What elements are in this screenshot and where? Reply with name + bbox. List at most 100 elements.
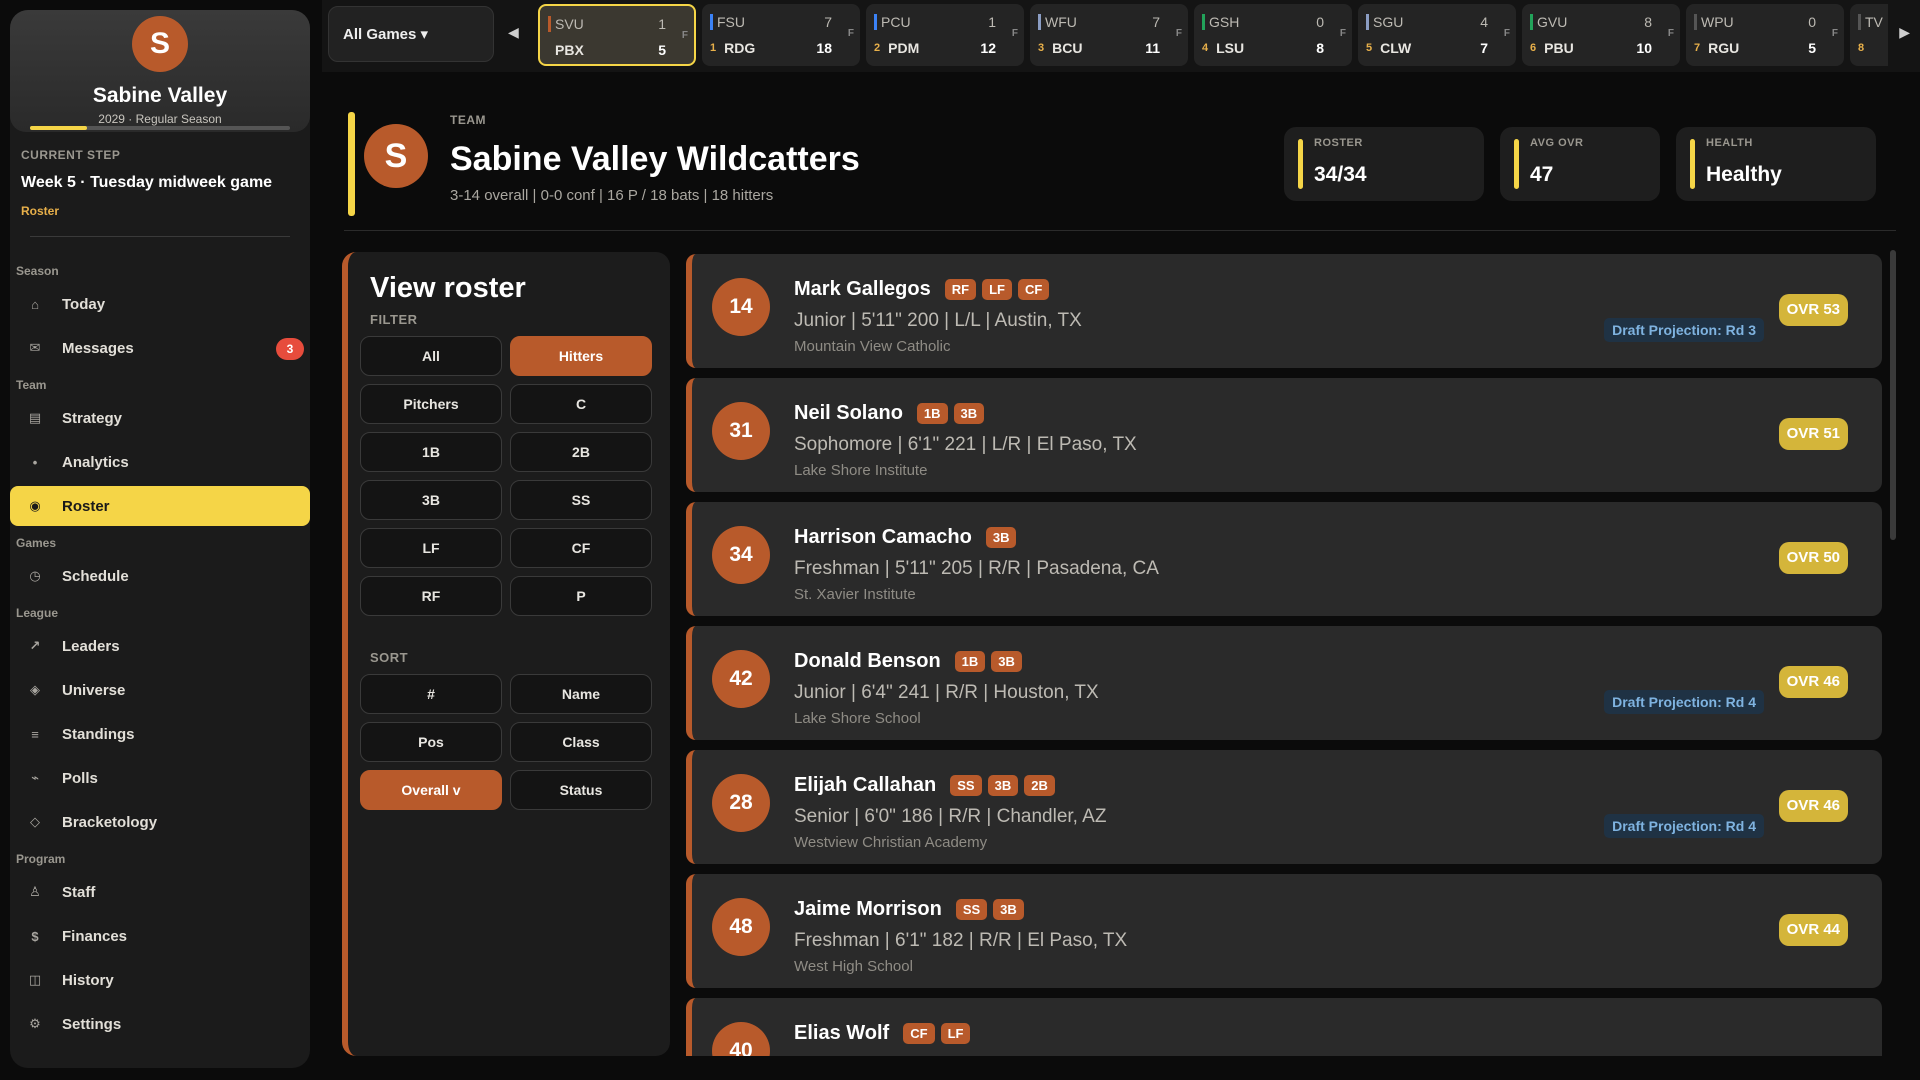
home-seed: 2 [874,42,881,54]
filter-button-1b[interactable]: 1B [360,432,502,472]
filter-button-2b[interactable]: 2B [510,432,652,472]
team-color-bar [548,42,551,58]
filter-button-3b[interactable]: 3B [360,480,502,520]
player-name-row: Mark Gallegos RF LF CF [794,278,1050,301]
sidebar-item-leaders[interactable]: ↗ Leaders [10,624,310,668]
player-card[interactable]: 42 Donald Benson 1B 3B Junior | 6'4" 241 | R… [686,626,1882,740]
team-header-accent [348,112,355,216]
roster-scrollbar[interactable] [1890,250,1896,540]
sort-button[interactable]: Name [510,674,652,714]
filter-button-p[interactable]: P [510,576,652,616]
home-team: PDM [888,40,920,56]
filter-button-rf[interactable]: RF [360,576,502,616]
filter-button-ss[interactable]: SS [510,480,652,520]
player-card[interactable]: 28 Elijah Callahan SS 3B 2B Senior | 6'0" 186… [686,750,1882,864]
sidebar-item-finances[interactable]: $ Finances [10,914,310,958]
jersey-number: 40 [712,1022,770,1056]
sidebar-item-history[interactable]: ◫ History [10,958,310,1002]
game-home-row: 6 PBU 10 [1530,36,1652,60]
game-score-card[interactable]: SGU 4 5 CLW 7 F [1358,4,1516,66]
filter-button-lf[interactable]: LF [360,528,502,568]
player-card[interactable]: 40 Elias Wolf CF LF [686,998,1882,1056]
roster-icon: ◉ [29,498,41,513]
sidebar-item-strategy[interactable]: ▤ Strategy [10,396,310,440]
player-name: Harrison Camacho [794,526,972,548]
player-name: Mark Gallegos [794,278,931,300]
player-card[interactable]: 14 Mark Gallegos RF LF CF Junior | 5'11" 200 … [686,254,1882,368]
sort-button[interactable]: Status [510,770,652,810]
game-status: F [1339,28,1346,39]
player-info: Junior | 6'4" 241 | R/R | Houston, TX [794,682,1099,703]
sidebar-item-standings[interactable]: ≡ Standings [10,712,310,756]
sidebar-item-roster[interactable]: ◉ Roster [10,486,310,526]
sidebar-item-polls[interactable]: ⌁ Polls [10,756,310,800]
sidebar-item-universe[interactable]: ◈ Universe [10,668,310,712]
game-score-card[interactable]: SVU 1 PBX 5 F [538,4,696,66]
game-score-card[interactable]: TV 8 [1850,4,1888,66]
filter-button-c[interactable]: C [510,384,652,424]
sidebar-item-settings[interactable]: ⚙ Settings [10,1002,310,1046]
season-line: 2029 · Regular Season [98,112,222,126]
stat-accent [1514,139,1519,189]
player-name-row: Harrison Camacho 3B [794,526,1017,549]
sidebar-item-bracketology[interactable]: ◇ Bracketology [10,800,310,844]
sidebar-item-label: Schedule [62,567,129,585]
player-card[interactable]: 31 Neil Solano 1B 3B Sophomore | 6'1" 221 | … [686,378,1882,492]
sidebar-item-schedule[interactable]: ◷ Schedule [10,554,310,598]
player-card[interactable]: 34 Harrison Camacho 3B Freshman | 5'11" 205… [686,502,1882,616]
sidebar-item-label: Bracketology [62,813,158,831]
sort-button[interactable]: Overall v [360,770,502,810]
sidebar-item-messages[interactable]: ✉ Messages 3 [10,326,310,370]
sidebar-item-today[interactable]: ⌂ Today [10,282,310,326]
stat-card-health: HEALTH Healthy [1676,127,1876,201]
scroll-right-icon[interactable]: ▶ [1899,24,1910,41]
game-score-card[interactable]: GVU 8 6 PBU 10 F [1522,4,1680,66]
sort-button[interactable]: Class [510,722,652,762]
team-color-bar [1858,14,1861,30]
home-score: 18 [816,40,832,56]
sort-button[interactable]: # [360,674,502,714]
filter-button-cf[interactable]: CF [510,528,652,568]
player-school: Mountain View Catholic [794,338,951,355]
game-score-card[interactable]: WFU 7 3 BCU 11 F [1030,4,1188,66]
scroll-left-icon[interactable]: ◀ [508,24,519,41]
team-color-bar [1694,14,1697,30]
home-score: 5 [658,42,666,58]
home-seed: 4 [1202,42,1209,54]
filter-button-pitchers[interactable]: Pitchers [360,384,502,424]
jersey-number: 28 [712,774,770,832]
player-card[interactable]: 48 Jaime Morrison SS 3B Freshman | 6'1" 182 … [686,874,1882,988]
game-away-row: SGU 4 [1366,10,1488,34]
stat-value: 47 [1530,163,1554,186]
game-score-card[interactable]: PCU 1 2 PDM 12 F [866,4,1024,66]
sidebar-item-label: Standings [62,725,135,743]
game-score-card[interactable]: GSH 0 4 LSU 8 F [1194,4,1352,66]
sort-button[interactable]: Pos [360,722,502,762]
filter-button-all[interactable]: All [360,336,502,376]
game-score-card[interactable]: WPU 0 7 RGU 5 F [1686,4,1844,66]
diamond-icon: ◇ [30,814,40,829]
draft-projection-badge: Draft Projection: Rd 3 [1604,318,1764,342]
team-color-bar [1202,14,1205,30]
sidebar-item-label: Messages [62,339,134,357]
position-tag: 2B [1024,775,1055,796]
filter-button-hitters[interactable]: Hitters [510,336,652,376]
nav-group-label: Games [16,536,57,550]
game-away-row: PCU 1 [874,10,996,34]
all-games-dropdown[interactable]: All Games ▾ [328,6,494,62]
position-tag: 3B [987,775,1019,796]
current-step-link[interactable]: Roster [21,204,59,218]
sidebar-item-staff[interactable]: ♙ Staff [10,870,310,914]
sidebar-item-label: Staff [62,883,96,901]
game-score-card[interactable]: FSU 7 1 RDG 18 F [702,4,860,66]
clock-icon: ◷ [29,568,41,583]
home-team: CLW [1380,40,1412,56]
player-name-row: Elijah Callahan SS 3B 2B [794,774,1055,797]
home-seed: 6 [1530,42,1537,54]
sidebar-item-analytics[interactable]: • Analytics [10,440,310,484]
draft-projection-badge: Draft Projection: Rd 4 [1604,690,1764,714]
away-score: 0 [1808,14,1816,30]
sidebar-divider [30,236,290,237]
season-progress-fill [30,126,88,130]
team-logo: S [132,16,188,72]
